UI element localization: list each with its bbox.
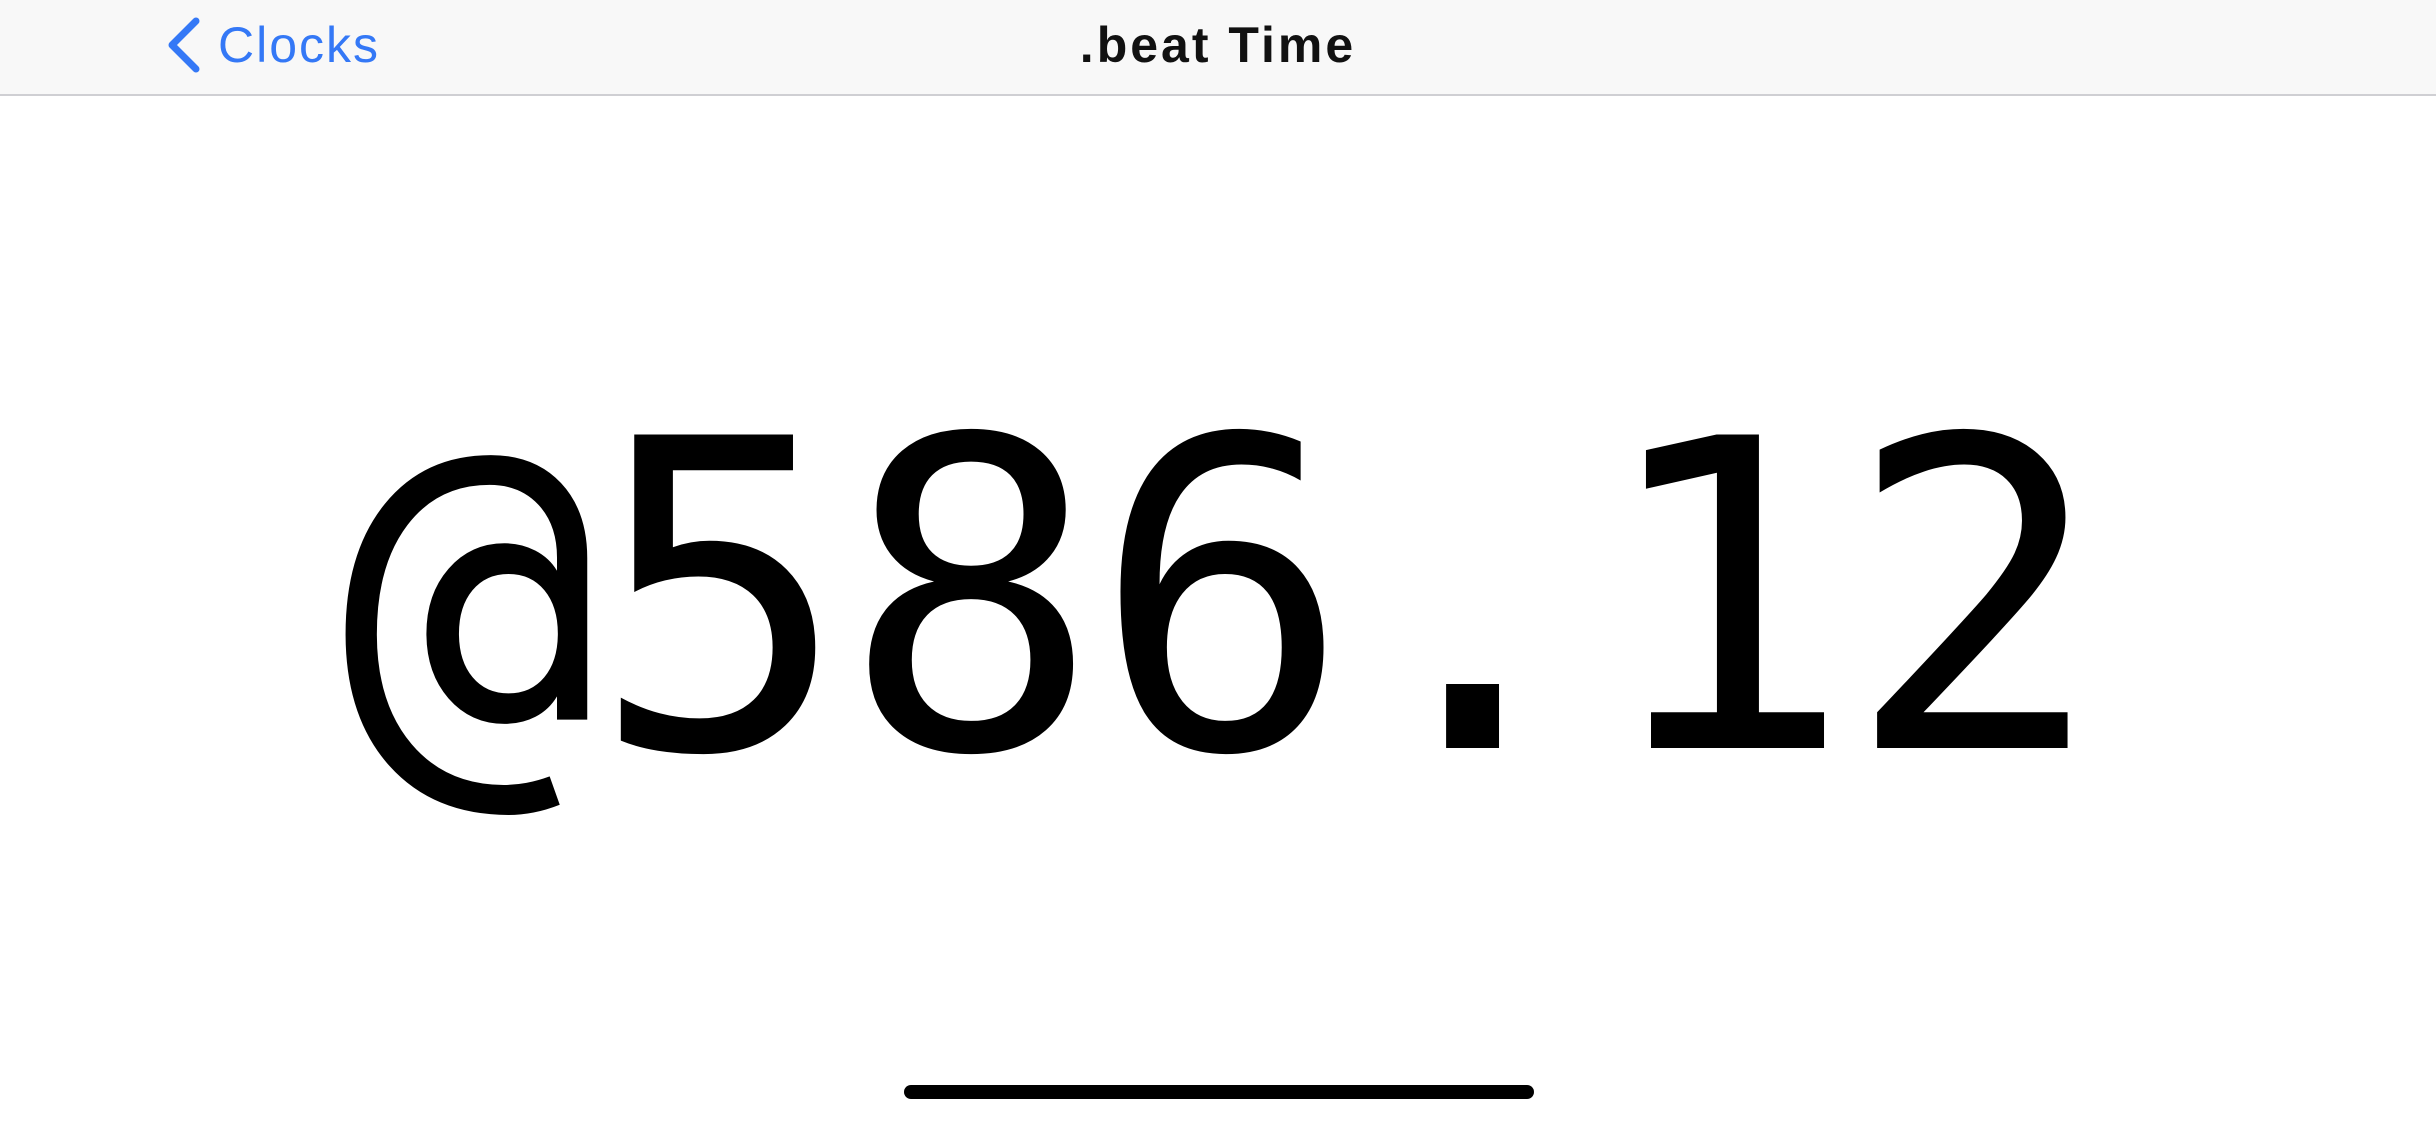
beat-time-value: @586.12 bbox=[339, 350, 2104, 850]
beat-time-display: @586.12 bbox=[0, 340, 2436, 860]
home-indicator[interactable] bbox=[904, 1085, 1534, 1099]
page-title: .beat Time bbox=[1079, 17, 1357, 73]
navigation-bar: Clocks .beat Time bbox=[0, 0, 2436, 96]
